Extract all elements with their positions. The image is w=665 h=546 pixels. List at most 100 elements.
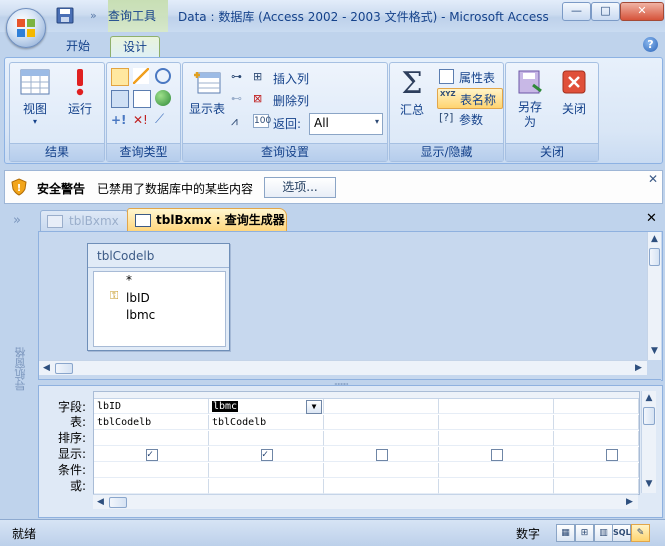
sql-view-button[interactable]: SQL — [612, 524, 631, 542]
maximize-button[interactable]: □ — [591, 2, 620, 21]
save-as-button[interactable]: 另存为 — [510, 67, 550, 130]
grid-horizontal-scrollbar[interactable]: ◀ ▶ — [93, 494, 638, 509]
chevron-down-icon[interactable]: ▼ — [306, 400, 322, 414]
parameters-icon: [?] — [439, 111, 454, 124]
upper-vertical-scrollbar[interactable]: ▲ ▼ — [647, 232, 661, 360]
insert-rows-button[interactable]: ⊶ ⊞ 插入列 — [231, 70, 381, 86]
run-button[interactable]: 运行 — [60, 67, 100, 117]
grid-criteria-cell[interactable] — [554, 463, 639, 478]
delete-query-icon[interactable]: ✕! — [133, 112, 149, 128]
crosstab-query-icon[interactable] — [133, 90, 151, 108]
grid-sort-cell[interactable] — [439, 431, 554, 446]
scroll-down-icon[interactable]: ▼ — [643, 479, 655, 489]
show-checkbox[interactable] — [491, 449, 503, 461]
grid-criteria-cell[interactable] — [324, 463, 439, 478]
grid-or-cell[interactable] — [324, 479, 439, 494]
parameters-button[interactable]: [?] 参数 — [437, 110, 501, 128]
doc-tab-query-builder[interactable]: tblBxmx : 查询生成器 — [127, 208, 287, 232]
scroll-up-icon[interactable]: ▲ — [648, 234, 661, 244]
scroll-right-icon[interactable]: ▶ — [626, 497, 633, 507]
show-table-button[interactable]: 显示表 — [185, 67, 229, 117]
nav-pane-toggle[interactable]: » — [13, 213, 21, 228]
grid-or-cell[interactable] — [209, 479, 324, 494]
security-warning-title: 安全警告 — [37, 182, 86, 196]
tab-home[interactable]: 开始 — [54, 36, 102, 56]
grid-table-cell[interactable] — [324, 415, 439, 430]
grid-field-cell[interactable] — [439, 399, 554, 414]
return-label: 返回: — [273, 117, 302, 131]
options-button[interactable]: 选项... — [264, 177, 336, 198]
office-button[interactable] — [6, 8, 46, 48]
group-query-setup-label: 查询设置 — [183, 143, 387, 161]
grid-field-cell-selected[interactable]: lbmc ▼ — [209, 399, 324, 414]
doc-tab-table[interactable]: tblBxmx — [40, 210, 128, 232]
make-table-query-icon[interactable] — [133, 68, 149, 84]
grid-table-cell[interactable] — [554, 415, 639, 430]
help-icon[interactable]: ? — [643, 37, 658, 52]
minimize-button[interactable]: — — [562, 2, 591, 21]
tab-design[interactable]: 设计 — [110, 36, 161, 57]
scroll-up-icon[interactable]: ▲ — [643, 393, 655, 403]
grid-table-cell[interactable] — [439, 415, 554, 430]
scroll-right-icon[interactable]: ▶ — [635, 363, 642, 373]
close-object-button[interactable]: 关闭 — [554, 67, 594, 117]
grid-field-cell[interactable]: lbID — [94, 399, 209, 414]
close-document-button[interactable]: ✕ — [646, 211, 657, 226]
field-list-window[interactable]: tblCodelb * ⚿ lbID lbmc — [87, 243, 230, 351]
scroll-left-icon[interactable]: ◀ — [97, 497, 104, 507]
field-item-all[interactable]: * — [126, 272, 257, 289]
grid-field-cell[interactable] — [324, 399, 439, 414]
svg-text:!: ! — [17, 183, 22, 194]
union-query-icon[interactable] — [155, 68, 171, 84]
show-checkbox[interactable] — [606, 449, 618, 461]
field-item-lbid[interactable]: lbID — [126, 290, 216, 307]
grid-criteria-cell[interactable] — [439, 463, 554, 478]
grid-sort-cell[interactable] — [94, 431, 209, 446]
table-names-button[interactable]: XYZ 表名称 — [437, 88, 503, 109]
grid-sort-cell[interactable] — [209, 431, 324, 446]
property-sheet-button[interactable]: 属性表 — [437, 68, 501, 86]
grid-vertical-scrollbar[interactable]: ▲ ▼ — [641, 391, 656, 493]
design-view-icon[interactable]: ✎ — [631, 524, 650, 542]
scroll-thumb[interactable] — [643, 407, 655, 425]
datasheet-view-icon[interactable]: ▦ — [556, 524, 575, 542]
pivot-chart-view-icon[interactable]: ▥ — [594, 524, 613, 542]
scroll-thumb[interactable] — [649, 248, 660, 266]
upper-horizontal-scrollbar[interactable]: ◀ ▶ — [39, 360, 647, 375]
grid-field-cell[interactable] — [554, 399, 639, 414]
qat-customize-icon[interactable]: » — [90, 9, 97, 22]
totals-button[interactable]: Σ 汇总 — [392, 67, 432, 118]
scroll-thumb[interactable] — [109, 497, 127, 508]
select-query-icon[interactable] — [111, 68, 129, 86]
show-checkbox[interactable] — [146, 447, 158, 462]
grid-sort-cell[interactable] — [324, 431, 439, 446]
grid-or-cell[interactable] — [439, 479, 554, 494]
grid-table-cell[interactable]: tblCodelb — [94, 415, 209, 430]
grid-criteria-cell[interactable] — [94, 463, 209, 478]
grid-or-cell[interactable] — [554, 479, 639, 494]
column-selector-bar[interactable] — [94, 392, 639, 399]
field-item-lbmc[interactable]: lbmc — [126, 307, 216, 324]
return-select[interactable]: All ▾ — [309, 113, 383, 135]
delete-columns-button[interactable]: ⊷ ⊠ 删除列 — [231, 92, 381, 108]
close-window-button[interactable]: ✕ — [620, 2, 664, 21]
save-icon[interactable] — [56, 7, 74, 24]
append-query-icon[interactable] — [111, 90, 129, 108]
scroll-left-icon[interactable]: ◀ — [43, 363, 50, 373]
pass-through-query-icon[interactable] — [155, 90, 171, 106]
scroll-down-icon[interactable]: ▼ — [648, 346, 661, 356]
grid-criteria-cell[interactable] — [209, 463, 324, 478]
show-checkbox[interactable] — [376, 449, 388, 461]
grid-or-cell[interactable] — [94, 479, 209, 494]
pivot-table-view-icon[interactable]: ⊞ — [575, 524, 594, 542]
update-query-icon[interactable]: +! — [111, 112, 127, 128]
view-button[interactable]: 视图 ▾ — [14, 67, 56, 126]
grid-sort-cell[interactable] — [554, 431, 639, 446]
close-security-bar-button[interactable]: ✕ — [648, 172, 658, 186]
show-checkbox[interactable] — [261, 447, 273, 462]
scroll-thumb[interactable] — [55, 363, 73, 374]
nav-pane-label[interactable]: 导航窗格 — [13, 347, 29, 391]
data-definition-query-icon[interactable]: ⟋ — [155, 112, 171, 128]
builder-icon[interactable]: ⩘ — [231, 114, 247, 130]
grid-table-cell[interactable]: tblCodelb — [209, 415, 324, 430]
